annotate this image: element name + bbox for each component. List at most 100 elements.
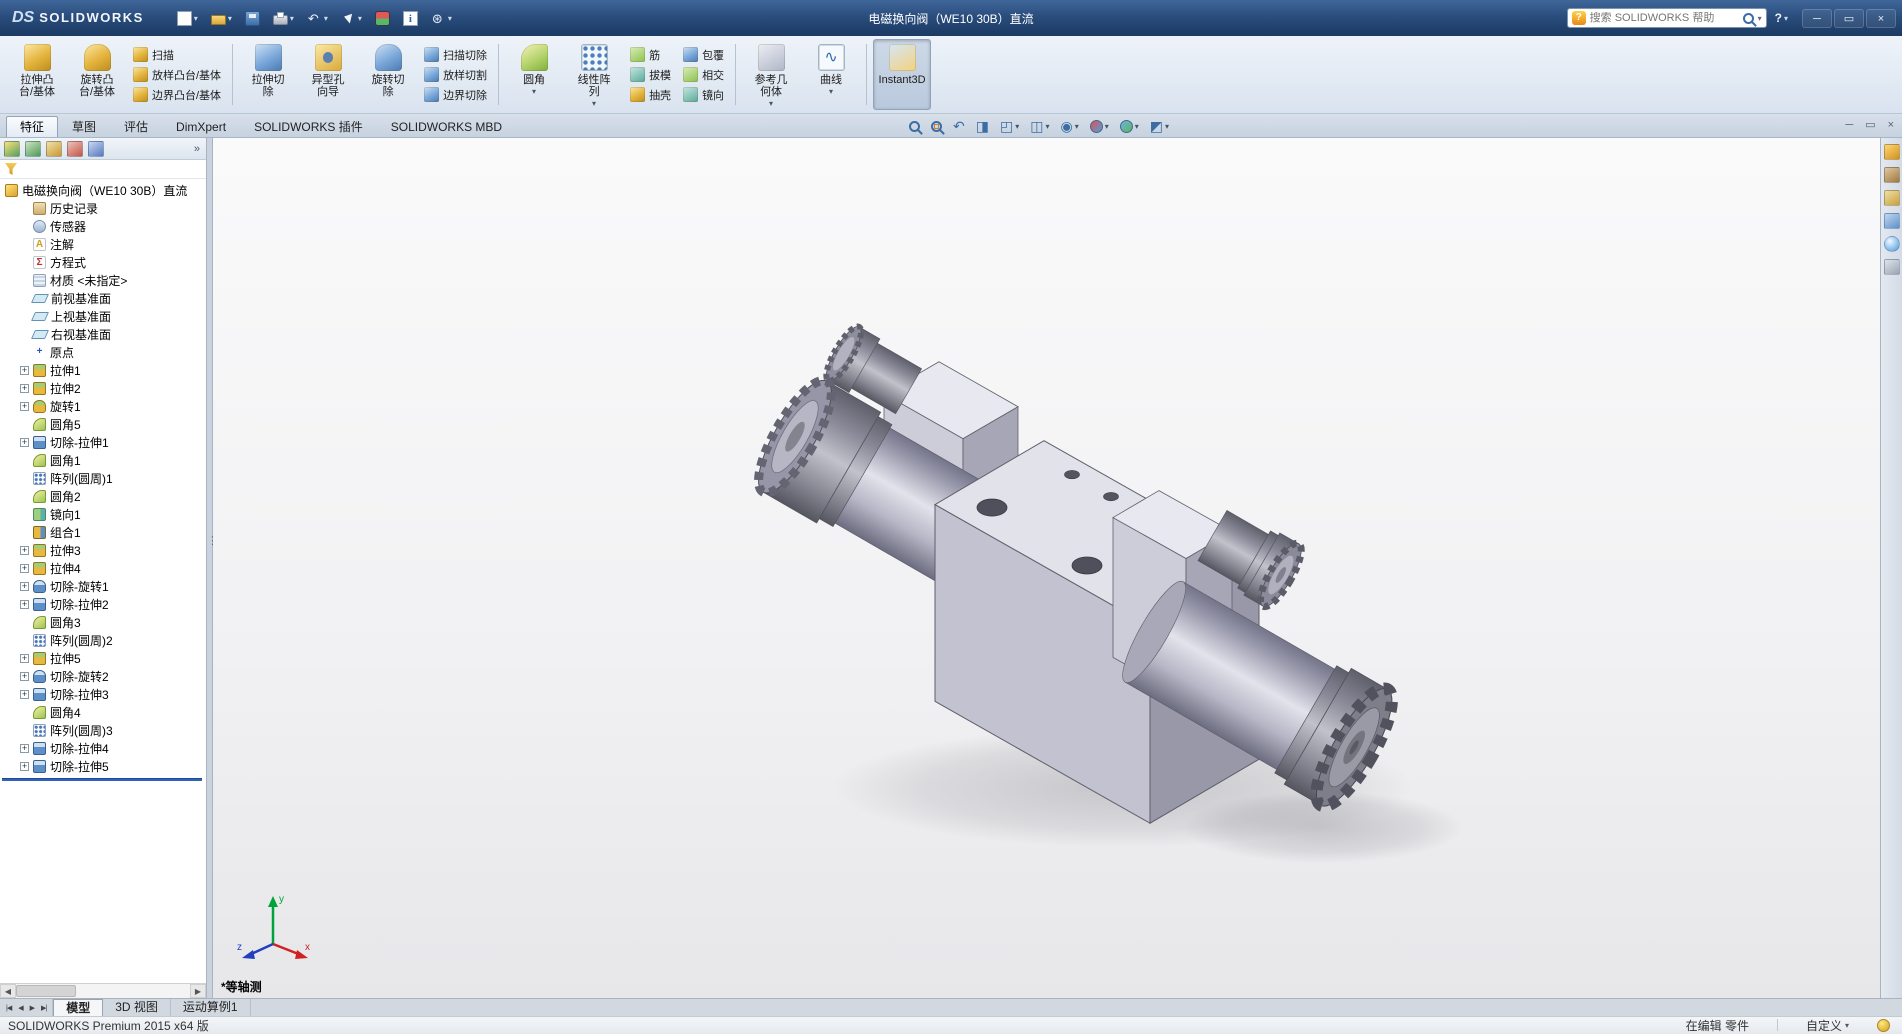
tree-item[interactable]: +切除-拉伸3 bbox=[0, 685, 206, 703]
tree-item[interactable]: 电磁换向阀（WE10 30B）直流 bbox=[0, 181, 206, 199]
expand-toggle-icon[interactable]: + bbox=[20, 690, 29, 699]
ribbon-revolved-cut-button[interactable]: 旋转切 除 bbox=[359, 39, 417, 110]
expand-toggle-icon[interactable]: + bbox=[20, 744, 29, 753]
search-input[interactable] bbox=[1590, 12, 1739, 24]
view-settings-button[interactable]: ◩▾ bbox=[1146, 117, 1173, 136]
quick-select-button[interactable]: ▾ bbox=[336, 8, 367, 29]
expand-toggle-icon[interactable]: + bbox=[20, 672, 29, 681]
tree-item[interactable]: +拉伸3 bbox=[0, 541, 206, 559]
expand-toggle-icon[interactable]: + bbox=[20, 402, 29, 411]
first-tab-button[interactable]: |◀ bbox=[4, 1004, 13, 1012]
tree-item[interactable]: +切除-拉伸4 bbox=[0, 739, 206, 757]
configurationmanager-tab[interactable] bbox=[46, 141, 62, 157]
tree-item[interactable]: 镜向1 bbox=[0, 505, 206, 523]
quick-options-button[interactable]: ▾ bbox=[426, 8, 457, 29]
ribbon-boundary-boss-base-button[interactable]: 边界凸台/基体 bbox=[133, 87, 221, 103]
tree-item[interactable]: 圆角4 bbox=[0, 703, 206, 721]
hide-show-items-button[interactable]: ◉▾ bbox=[1056, 117, 1082, 136]
prev-tab-button[interactable]: ◀ bbox=[16, 1004, 24, 1012]
expand-toggle-icon[interactable]: + bbox=[20, 564, 29, 573]
tree-item[interactable]: 圆角3 bbox=[0, 613, 206, 631]
last-tab-button[interactable]: ▶| bbox=[39, 1004, 48, 1012]
doc-restore-button[interactable]: ▭ bbox=[1865, 118, 1875, 133]
featuremanager-tab[interactable] bbox=[4, 141, 20, 157]
ribbon-reference-geometry-button[interactable]: 参考几 何体▾ bbox=[742, 39, 800, 110]
file-explorer-tab[interactable] bbox=[1884, 190, 1900, 206]
tab-sketch[interactable]: 草图 bbox=[58, 116, 110, 137]
tree-item[interactable]: 圆角1 bbox=[0, 451, 206, 469]
ribbon-extruded-boss-base-button[interactable]: 拉伸凸 台/基体 bbox=[8, 39, 66, 110]
ribbon-extruded-cut-button[interactable]: 拉伸切 除 bbox=[239, 39, 297, 110]
window-minimize-button[interactable]: ─ bbox=[1802, 9, 1832, 28]
window-maximize-button[interactable]: ▭ bbox=[1834, 9, 1864, 28]
tree-item[interactable]: 阵列(圆周)2 bbox=[0, 631, 206, 649]
graphics-viewport[interactable]: y x z *等轴测 bbox=[213, 138, 1880, 998]
solidworks-resources-tab[interactable] bbox=[1884, 144, 1900, 160]
quick-new-button[interactable]: ▾ bbox=[172, 8, 203, 29]
quick-open-button[interactable]: ▾ bbox=[206, 8, 237, 28]
propertymanager-tab[interactable] bbox=[25, 141, 41, 157]
tree-item[interactable]: +拉伸2 bbox=[0, 379, 206, 397]
tree-item[interactable]: +切除-拉伸1 bbox=[0, 433, 206, 451]
scroll-right-button[interactable]: ▶ bbox=[190, 984, 206, 998]
tab-model[interactable]: 模型 bbox=[53, 999, 103, 1016]
doc-close-button[interactable]: × bbox=[1888, 118, 1894, 133]
tree-item[interactable]: 阵列(圆周)1 bbox=[0, 469, 206, 487]
ribbon-instant3d-button[interactable]: Instant3D bbox=[873, 39, 931, 110]
tree-item[interactable]: +切除-旋转2 bbox=[0, 667, 206, 685]
scroll-left-button[interactable]: ◀ bbox=[0, 984, 16, 998]
manager-overflow-button[interactable]: » bbox=[194, 143, 200, 155]
tree-item[interactable]: +拉伸1 bbox=[0, 361, 206, 379]
ribbon-lofted-cut-button[interactable]: 放样切割 bbox=[424, 67, 487, 83]
tree-item[interactable]: +拉伸5 bbox=[0, 649, 206, 667]
previous-view-button[interactable]: ↶ bbox=[949, 117, 969, 136]
expand-toggle-icon[interactable]: + bbox=[20, 600, 29, 609]
custom-properties-tab[interactable] bbox=[1884, 259, 1900, 275]
quick-rebuild-button[interactable] bbox=[370, 8, 395, 29]
expand-toggle-icon[interactable]: + bbox=[20, 762, 29, 771]
ribbon-mirror-button[interactable]: 镜向 bbox=[683, 87, 724, 103]
tree-item[interactable]: +切除-拉伸5 bbox=[0, 757, 206, 775]
view-orientation-button[interactable]: ◰▾ bbox=[996, 117, 1023, 136]
tab-features[interactable]: 特征 bbox=[6, 116, 58, 137]
tab-3d-views[interactable]: 3D 视图 bbox=[103, 999, 171, 1016]
tab-dimxpert[interactable]: DimXpert bbox=[162, 116, 240, 137]
tree-item[interactable]: +旋转1 bbox=[0, 397, 206, 415]
display-style-button[interactable]: ◫▾ bbox=[1026, 117, 1053, 136]
quick-save-button[interactable] bbox=[240, 8, 265, 29]
scroll-thumb[interactable] bbox=[16, 985, 76, 997]
scroll-track[interactable] bbox=[16, 984, 190, 998]
appearances-scenes-tab[interactable] bbox=[1884, 236, 1900, 252]
edit-appearance-button[interactable]: ▾ bbox=[1086, 118, 1113, 135]
zoom-fit-button[interactable] bbox=[905, 119, 924, 134]
design-library-tab[interactable] bbox=[1884, 167, 1900, 183]
displaymanager-tab[interactable] bbox=[88, 141, 104, 157]
tree-item[interactable]: Σ方程式 bbox=[0, 253, 206, 271]
tree-item[interactable]: 前视基准面 bbox=[0, 289, 206, 307]
quick-file-properties-button[interactable] bbox=[398, 8, 423, 29]
ribbon-draft-button[interactable]: 拔模 bbox=[630, 67, 671, 83]
doc-minimize-button[interactable]: ─ bbox=[1845, 118, 1853, 133]
view-palette-tab[interactable] bbox=[1884, 213, 1900, 229]
tree-item[interactable]: 材质 <未指定> bbox=[0, 271, 206, 289]
ribbon-intersect-button[interactable]: 相交 bbox=[683, 67, 724, 83]
ribbon-hole-wizard-button[interactable]: 异型孔 向导 bbox=[299, 39, 357, 110]
ribbon-fillet-button[interactable]: 圆角▾ bbox=[505, 39, 563, 110]
custom-button[interactable]: 自定义 ▾ bbox=[1806, 1017, 1849, 1034]
rollback-bar[interactable] bbox=[2, 778, 202, 781]
tab-solidworks-mbd[interactable]: SOLIDWORKS MBD bbox=[377, 116, 516, 137]
tree-item[interactable]: 右视基准面 bbox=[0, 325, 206, 343]
ribbon-shell-button[interactable]: 抽壳 bbox=[630, 87, 671, 103]
tab-motion-study-1[interactable]: 运动算例1 bbox=[171, 999, 251, 1016]
tree-item[interactable]: 圆角5 bbox=[0, 415, 206, 433]
expand-toggle-icon[interactable]: + bbox=[20, 384, 29, 393]
search-caret-icon[interactable]: ▾ bbox=[1758, 14, 1762, 23]
tree-item[interactable]: +切除-拉伸2 bbox=[0, 595, 206, 613]
filter-icon[interactable] bbox=[5, 163, 17, 175]
tree-item[interactable]: 上视基准面 bbox=[0, 307, 206, 325]
search-icon[interactable] bbox=[1743, 13, 1754, 24]
quick-print-button[interactable]: ▾ bbox=[268, 8, 299, 28]
tree-item[interactable]: 圆角2 bbox=[0, 487, 206, 505]
help-button[interactable]: ? ▾ bbox=[1775, 11, 1788, 25]
tree-item[interactable]: +拉伸4 bbox=[0, 559, 206, 577]
